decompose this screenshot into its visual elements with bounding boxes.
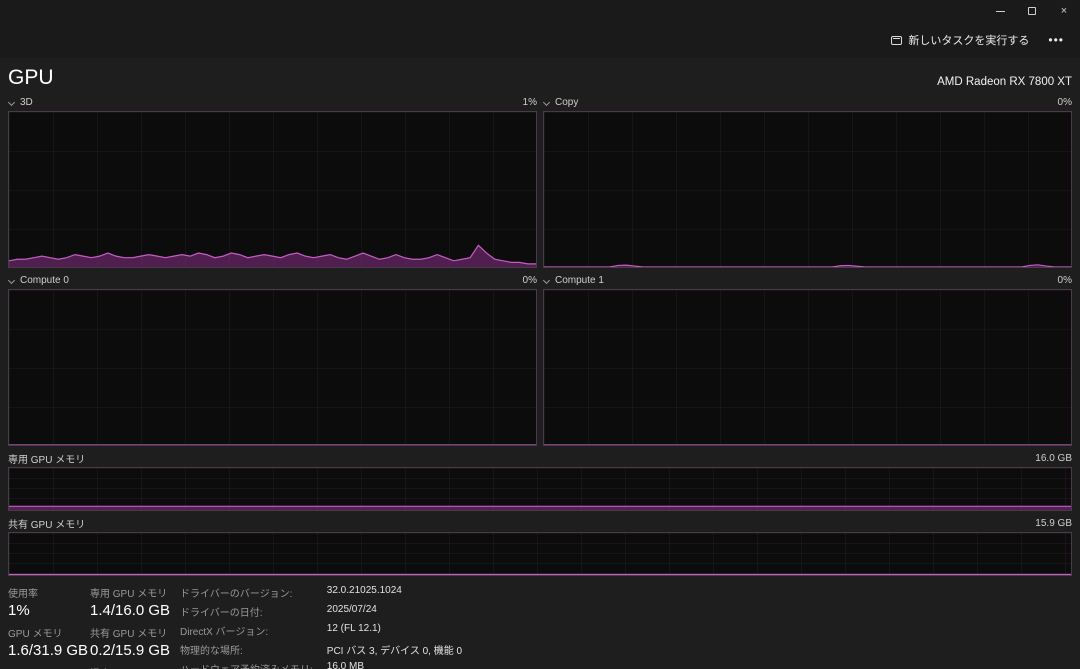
detail-label: ハードウェア予約済みメモリ: xyxy=(180,661,313,669)
chart-value-copy: 0% xyxy=(1058,97,1072,108)
task-manager-window: × 新しいタスクを実行する ••• GPU AMD Radeon RX 7800… xyxy=(0,0,1080,669)
chart-title-compute1: Compute 1 xyxy=(555,275,604,286)
detail-label: ドライバーのバージョン: xyxy=(180,585,313,600)
chart-title-shared-memory: 共有 GPU メモリ xyxy=(8,516,85,531)
detail-value: 2025/07/24 xyxy=(327,604,462,619)
chart-block-3d: 3D 1% xyxy=(8,96,537,268)
stat-temperature: 温度 30 °C xyxy=(90,665,168,669)
chart-compute0-canvas xyxy=(8,289,537,446)
detail-value: 16.0 MB xyxy=(327,661,462,669)
chart-block-compute1: Compute 1 0% xyxy=(543,274,1072,446)
chart-value-dedicated-memory: 16.0 GB xyxy=(1035,453,1072,464)
gpu-device-name: AMD Radeon RX 7800 XT xyxy=(937,76,1072,90)
maximize-icon xyxy=(1028,7,1036,15)
stat-shared-memory: 共有 GPU メモリ 0.2/15.9 GB xyxy=(90,625,168,659)
stat-dedicated-memory: 専用 GPU メモリ 1.4/16.0 GB xyxy=(90,585,168,619)
chart-3d-canvas xyxy=(8,111,537,268)
more-options-button[interactable]: ••• xyxy=(1042,29,1070,51)
stat-label: 使用率 xyxy=(8,585,80,600)
chart-value-compute0: 0% xyxy=(523,275,537,286)
detail-label: DirectX バージョン: xyxy=(180,623,313,638)
chart-compute1-canvas xyxy=(543,289,1072,446)
detail-value: PCI バス 3, デバイス 0, 機能 0 xyxy=(327,642,462,657)
titlebar: × xyxy=(0,0,1080,22)
stat-utilization: 使用率 1% xyxy=(8,585,80,619)
detail-value: 32.0.21025.1024 xyxy=(327,585,462,600)
run-new-task-icon xyxy=(891,36,902,45)
chart-title-3d: 3D xyxy=(20,97,33,108)
chart-value-compute1: 0% xyxy=(1058,275,1072,286)
minimize-icon xyxy=(996,11,1005,12)
stat-label: 温度 xyxy=(90,665,168,669)
chevron-down-icon[interactable] xyxy=(543,99,551,107)
run-new-task-label: 新しいタスクを実行する xyxy=(908,32,1029,48)
minimize-button[interactable] xyxy=(984,0,1016,22)
chart-shared-memory-canvas xyxy=(8,532,1072,576)
chart-block-compute0: Compute 0 0% xyxy=(8,274,537,446)
page-title: GPU xyxy=(8,66,54,90)
stat-value: 1.6/31.9 GB xyxy=(8,642,80,659)
stat-value: 0.2/15.9 GB xyxy=(90,642,168,659)
stats-panel: 使用率 1% GPU メモリ 1.6/31.9 GB 専用 GPU メモリ 1.… xyxy=(8,585,1072,669)
stat-value: 1.4/16.0 GB xyxy=(90,602,168,619)
chart-head-copy: Copy 0% xyxy=(543,96,1072,109)
chart-dedicated-memory-canvas xyxy=(8,467,1072,511)
close-button[interactable]: × xyxy=(1048,0,1080,22)
chart-head-compute0: Compute 0 0% xyxy=(8,274,537,287)
gpu-page: GPU AMD Radeon RX 7800 XT 3D 1% Copy 0% xyxy=(0,66,1080,669)
detail-label: ドライバーの日付: xyxy=(180,604,313,619)
chevron-down-icon[interactable] xyxy=(8,99,16,107)
stat-label: 共有 GPU メモリ xyxy=(90,625,168,640)
stat-gpu-memory: GPU メモリ 1.6/31.9 GB xyxy=(8,625,80,659)
chart-head-dedicated-memory: 専用 GPU メモリ 16.0 GB xyxy=(8,452,1072,465)
chart-block-copy: Copy 0% xyxy=(543,96,1072,268)
stats-column-1: 使用率 1% GPU メモリ 1.6/31.9 GB xyxy=(8,585,80,665)
chevron-down-icon[interactable] xyxy=(8,277,16,285)
engine-charts-grid: 3D 1% Copy 0% Compute 0 0% xyxy=(8,96,1072,446)
stat-label: 専用 GPU メモリ xyxy=(90,585,168,600)
toolbar: 新しいタスクを実行する ••• xyxy=(0,22,1080,58)
stat-label: GPU メモリ xyxy=(8,625,80,640)
maximize-button[interactable] xyxy=(1016,0,1048,22)
chart-title-compute0: Compute 0 xyxy=(20,275,69,286)
chart-value-3d: 1% xyxy=(523,97,537,108)
stat-value: 1% xyxy=(8,602,80,619)
driver-details: ドライバーのバージョン: 32.0.21025.1024 ドライバーの日付: 2… xyxy=(180,585,462,669)
run-new-task-button[interactable]: 新しいタスクを実行する xyxy=(882,27,1038,53)
stats-column-2: 専用 GPU メモリ 1.4/16.0 GB 共有 GPU メモリ 0.2/15… xyxy=(90,585,168,669)
chart-head-compute1: Compute 1 0% xyxy=(543,274,1072,287)
page-header: GPU AMD Radeon RX 7800 XT xyxy=(8,66,1072,90)
chart-title-copy: Copy xyxy=(555,97,578,108)
close-icon: × xyxy=(1061,5,1067,17)
chart-value-shared-memory: 15.9 GB xyxy=(1035,518,1072,529)
chevron-down-icon[interactable] xyxy=(543,277,551,285)
detail-value: 12 (FL 12.1) xyxy=(327,623,462,638)
chart-title-dedicated-memory: 専用 GPU メモリ xyxy=(8,451,85,466)
chart-head-shared-memory: 共有 GPU メモリ 15.9 GB xyxy=(8,517,1072,530)
detail-label: 物理的な場所: xyxy=(180,642,313,657)
chart-copy-canvas xyxy=(543,111,1072,268)
chart-head-3d: 3D 1% xyxy=(8,96,537,109)
